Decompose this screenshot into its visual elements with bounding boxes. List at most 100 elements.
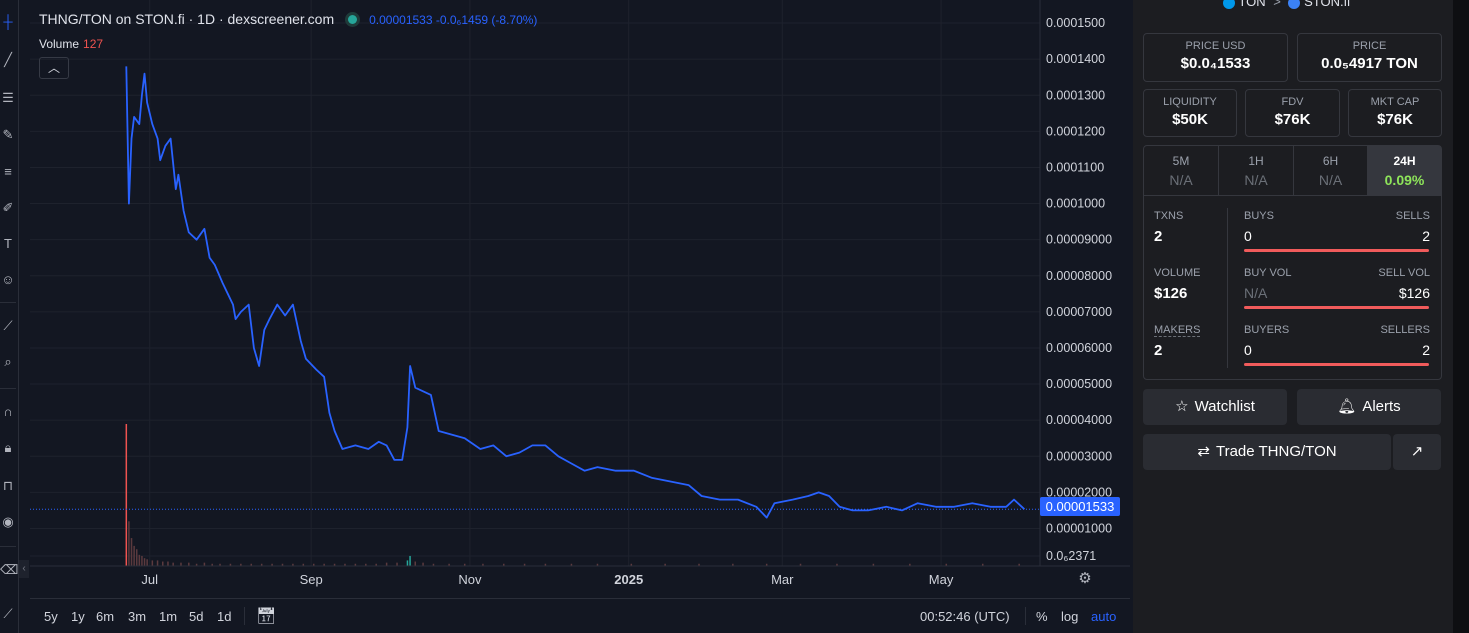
external-link-button[interactable]: ↗ <box>1393 434 1441 470</box>
magnet-icon[interactable]: ∩ <box>0 404 16 420</box>
tab-5m[interactable]: 5M N/A <box>1144 146 1219 195</box>
divider <box>244 607 245 625</box>
volume-bar <box>422 562 424 566</box>
tab-6h[interactable]: 6H N/A <box>1294 146 1368 195</box>
y-tick-label: 0.0001100 <box>1046 160 1104 174</box>
volume-legend: Volume 127 <box>39 37 103 51</box>
makers-label: MAKERS <box>1154 324 1201 337</box>
tab-1h[interactable]: 1H N/A <box>1219 146 1294 195</box>
volume-bar <box>385 562 388 566</box>
clock-time[interactable]: 00:52:46 (UTC) <box>920 609 1010 624</box>
x-tick-label: Jul <box>141 572 158 587</box>
volume-bar <box>141 555 143 566</box>
divider <box>1025 607 1026 625</box>
ton-logo-icon <box>1223 0 1235 9</box>
buys-value: 0 <box>1244 228 1252 244</box>
volume-bar <box>167 561 169 566</box>
y-tick-label: 0.0001300 <box>1046 88 1105 102</box>
volume-bar <box>143 558 146 566</box>
eye-icon[interactable]: ◉ <box>0 514 16 530</box>
volume-value: 127 <box>83 37 104 51</box>
price-ton-value: 0.0₅4917 TON <box>1321 55 1418 72</box>
volume-bar <box>172 562 174 566</box>
ston-logo-icon <box>1288 0 1301 9</box>
y-tick-label: 0.00009000 <box>1046 233 1112 247</box>
volume-value: $126 <box>1154 285 1188 302</box>
buyers-label: BUYERS <box>1244 324 1290 336</box>
watchlist-label: Watchlist <box>1194 398 1255 415</box>
chevron-up-icon[interactable]: ︿ <box>39 57 69 79</box>
tab-6h-value: N/A <box>1318 172 1343 188</box>
watchlist-button[interactable]: ☆ Watchlist <box>1143 389 1287 425</box>
alerts-label: Alerts <box>1362 398 1401 415</box>
settings-icon[interactable]: ⚙ <box>1076 570 1094 588</box>
volume-bar <box>406 560 409 566</box>
mkt-cap-box: MKT CAP $76K <box>1348 89 1442 137</box>
timeframe-3m[interactable]: 3m <box>128 609 146 624</box>
ruler-icon[interactable]: ⟋ <box>0 318 16 334</box>
timeframe-5d[interactable]: 5d <box>189 609 203 624</box>
trend-line-icon[interactable]: ╱ <box>0 52 16 68</box>
tab-24h[interactable]: 24H 0.09% <box>1368 146 1441 195</box>
zoom-icon[interactable]: ⌕ <box>0 354 16 370</box>
volume-bar <box>133 545 135 566</box>
buys-label: BUYS <box>1244 210 1274 222</box>
hide-drawings-icon[interactable]: ⟋ <box>0 606 16 622</box>
swap-icon: ⇄ <box>1197 443 1210 460</box>
volume-bar <box>146 559 148 566</box>
auto-toggle[interactable]: auto <box>1091 609 1116 624</box>
volume-bar <box>409 555 411 566</box>
alerts-button[interactable]: 🔔︎ Alerts <box>1297 389 1441 425</box>
toolbar-divider <box>0 388 16 389</box>
tab-1h-label: 1H <box>1248 154 1264 168</box>
chart-title: THNG/TON on STON.fi · 1D · dexscreener.c… <box>39 11 335 27</box>
breadcrumb-separator: > <box>1273 0 1281 9</box>
dex-name[interactable]: STON.fi <box>1304 0 1350 9</box>
timeframe-1m[interactable]: 1m <box>159 609 177 624</box>
volume-bar <box>125 424 128 566</box>
timeframe-6m[interactable]: 6m <box>96 609 114 624</box>
volume-bar <box>138 554 141 566</box>
log-toggle[interactable]: log <box>1061 609 1078 624</box>
text-icon[interactable]: T <box>0 236 16 252</box>
sell-vol-label: SELL VOL <box>1378 267 1430 279</box>
lock-icon[interactable]: ⊓ <box>0 478 16 494</box>
volume-bar <box>151 560 154 566</box>
fib-retracement-icon[interactable]: ☰ <box>0 90 16 106</box>
chart-bottom-bar: 5y 1y 6m 3m 1m 5d 1d 📅︎ 00:52:46 (UTC) %… <box>30 598 1130 633</box>
sell-vol-value: $126 <box>1398 285 1430 301</box>
tab-1h-value: N/A <box>1244 172 1268 188</box>
volume-bar <box>130 538 133 566</box>
crosshair-icon[interactable]: ┼ <box>0 14 16 30</box>
y-tick-label: 0.0001400 <box>1046 52 1105 66</box>
timeframe-1d[interactable]: 1d <box>217 609 231 624</box>
percent-toggle[interactable]: % <box>1036 609 1048 624</box>
fdv-label: FDV <box>1281 96 1304 108</box>
mkt-cap-value: $76K <box>1377 111 1413 128</box>
y-tick-label: 0.00007000 <box>1046 305 1112 319</box>
pattern-icon[interactable]: ≡ <box>0 164 16 180</box>
volume-bar <box>180 562 182 566</box>
chart-canvas[interactable]: 0.0001500 0.0001400 0.0001300 0.0001200 0.00… <box>30 0 1130 598</box>
liquidity-value: $50K <box>1172 111 1208 128</box>
trade-button[interactable]: ⇄ Trade THNG/TON <box>1143 434 1391 470</box>
txns-value: 2 <box>1154 228 1163 245</box>
base-token[interactable]: TON <box>1238 0 1265 9</box>
x-tick-label: 2025 <box>614 572 643 587</box>
volume-bar <box>135 549 138 566</box>
pair-info-panel: TON > STON.fi PRICE USD $0.0₄1533 PRICE … <box>1133 0 1453 633</box>
timeframe-1y[interactable]: 1y <box>71 609 85 624</box>
sellers-value: 2 <box>1422 342 1430 358</box>
y-tick-label: 0.00005000 <box>1046 377 1112 391</box>
brush-icon[interactable]: ✎ <box>0 127 16 143</box>
price-chart[interactable]: 0.0001500 0.0001400 0.0001300 0.0001200 0.00… <box>30 0 1130 633</box>
trash-icon[interactable]: ⌫ <box>0 562 18 578</box>
lock-drawings-icon[interactable]: 🔒︎ <box>0 440 16 456</box>
timeframe-5y[interactable]: 5y <box>44 609 58 624</box>
fdv-box: FDV $76K <box>1245 89 1340 137</box>
collapse-toolbar-icon[interactable]: ‹ <box>19 560 29 578</box>
emoji-icon[interactable]: ☺ <box>0 272 16 288</box>
stats-divider <box>1227 208 1228 368</box>
date-range-icon[interactable]: 📅︎ <box>256 606 276 626</box>
pen-icon[interactable]: ✐ <box>0 200 16 216</box>
